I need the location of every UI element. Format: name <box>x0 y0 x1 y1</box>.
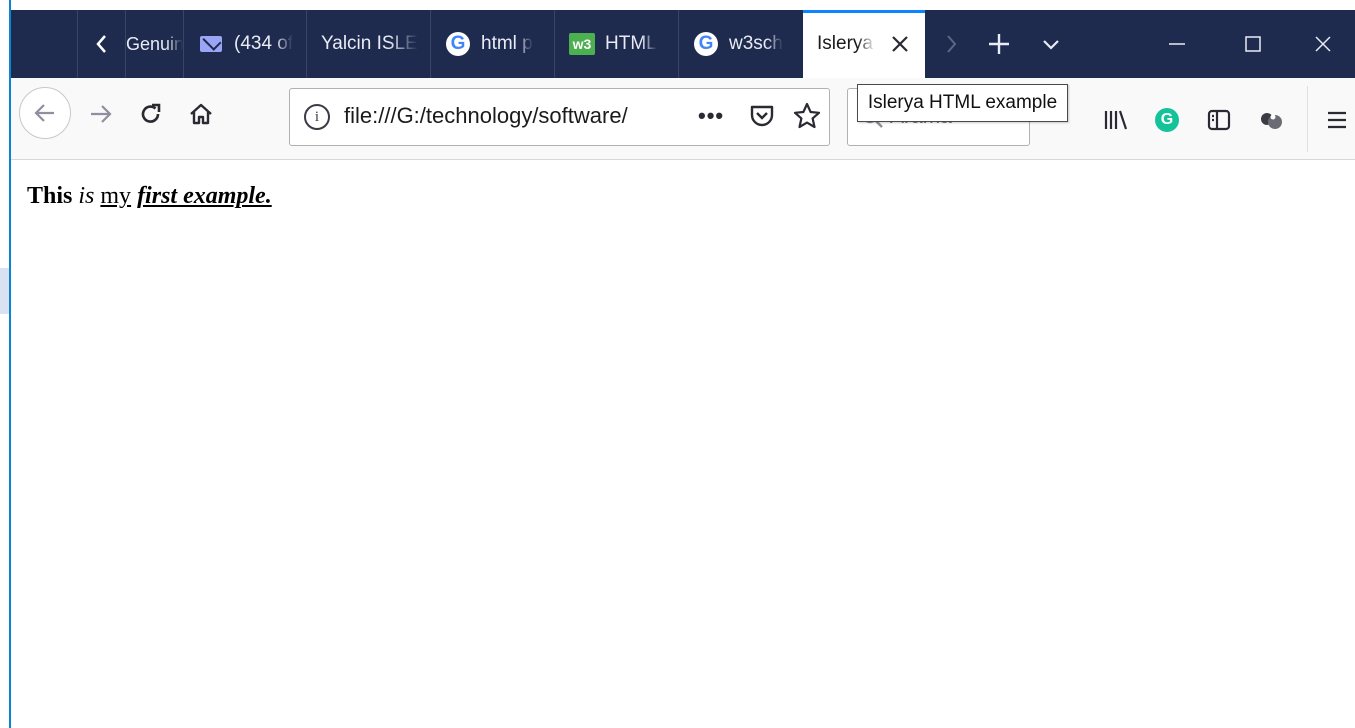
tab-label: html p <box>481 33 533 54</box>
sidebar-icon <box>1207 109 1231 131</box>
tab-yalcin[interactable]: Yalcin ISLE <box>306 10 430 78</box>
mail-icon <box>198 31 224 57</box>
maximize-icon <box>1245 36 1261 52</box>
close-icon <box>1315 36 1331 52</box>
tab-label: w3sch <box>729 33 783 54</box>
google-icon: G <box>693 31 719 57</box>
reload-icon <box>141 103 161 123</box>
close-window-button[interactable] <box>1291 10 1355 78</box>
navigation-toolbar: i file:///G:/technology/software/ ••• G <box>11 78 1355 160</box>
tab-tooltip: Islerya HTML example <box>857 84 1068 122</box>
tab-scroll-left-button[interactable] <box>77 10 125 78</box>
bookmark-star-icon[interactable] <box>792 101 822 131</box>
arrow-right-icon <box>91 105 112 123</box>
google-icon: G <box>445 31 471 57</box>
tab-html-search[interactable]: G html p <box>430 10 554 78</box>
back-button[interactable] <box>19 87 71 139</box>
list-all-tabs-button[interactable] <box>1031 10 1071 78</box>
w3-icon: w3 <box>569 31 595 57</box>
page-content: This is my first example. <box>11 161 1355 728</box>
pocket-icon[interactable] <box>748 102 776 130</box>
left-window-edge <box>0 0 11 728</box>
chevron-down-icon <box>1043 40 1059 50</box>
tab-genuine[interactable]: Genuine <box>125 10 183 78</box>
home-button[interactable] <box>181 94 221 134</box>
example-paragraph: This is my first example. <box>27 183 272 210</box>
page-actions-more-button[interactable]: ••• <box>698 103 724 129</box>
underlined-text: my <box>100 183 132 209</box>
tab-w3-html[interactable]: w3 HTML <box>554 10 678 78</box>
bold-italic-underlined-text: first example. <box>137 183 272 209</box>
forward-button[interactable] <box>81 94 121 134</box>
url-text[interactable]: file:///G:/technology/software/ <box>344 103 674 129</box>
bold-text: This <box>27 183 73 209</box>
tab-scroll-right-button[interactable] <box>931 10 971 78</box>
chevron-left-icon <box>95 35 106 53</box>
tab-mail[interactable]: (434 of <box>183 10 306 78</box>
tab-islerya-active[interactable]: Islerya HTML example <box>803 10 925 78</box>
library-button[interactable] <box>1099 104 1131 136</box>
url-bar[interactable]: i file:///G:/technology/software/ ••• <box>289 88 830 146</box>
grammarly-button[interactable]: G <box>1151 104 1183 136</box>
maximize-button[interactable] <box>1215 10 1291 78</box>
open-menu-button[interactable] <box>1321 104 1353 136</box>
arrow-left-icon <box>34 104 54 122</box>
extension-balls-icon <box>1261 113 1282 129</box>
reload-button[interactable] <box>131 94 171 134</box>
title-bar-top <box>11 0 1355 10</box>
tab-label: HTML <box>605 33 657 54</box>
background-window-fragment <box>0 268 9 314</box>
tab-label: (434 of <box>234 33 294 54</box>
browser-window: Genuine (434 of Yalcin ISLE G html p w3 … <box>11 0 1355 728</box>
tab-w3schools[interactable]: G w3sch <box>678 10 803 78</box>
tab-bar: Genuine (434 of Yalcin ISLE G html p w3 … <box>11 0 1355 78</box>
site-info-icon[interactable]: i <box>304 104 330 130</box>
tab-label: Yalcin ISLE <box>321 33 418 54</box>
grammarly-icon: G <box>1155 108 1179 132</box>
extension-button[interactable] <box>1255 104 1287 136</box>
library-icon <box>1104 110 1128 130</box>
minimize-button[interactable] <box>1139 10 1215 78</box>
new-tab-button[interactable] <box>979 10 1019 78</box>
chevron-right-icon <box>947 35 957 53</box>
active-tab-indicator <box>803 10 925 13</box>
italic-text: is <box>78 183 95 209</box>
sidebar-toggle-button[interactable] <box>1203 104 1235 136</box>
home-icon <box>190 103 212 125</box>
close-tab-icon[interactable] <box>887 31 913 57</box>
tab-label: Islerya HTML example <box>817 33 875 54</box>
plus-icon <box>989 34 1009 54</box>
hamburger-menu-icon <box>1328 111 1346 129</box>
tab-label: Genuine <box>126 33 183 54</box>
toolbar-separator <box>1307 86 1308 152</box>
minimize-icon <box>1169 43 1185 45</box>
